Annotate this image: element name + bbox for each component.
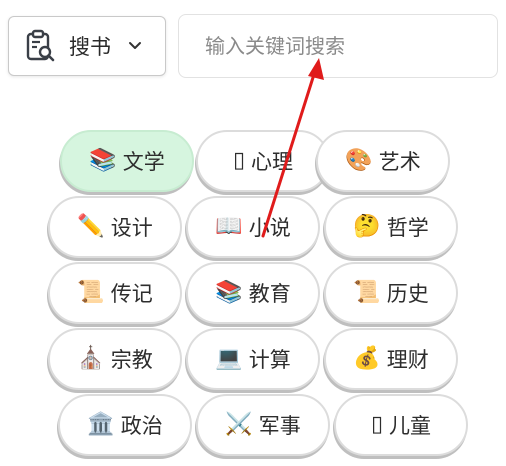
category-pill[interactable]: 📖 小说 [186, 196, 320, 258]
missing-glyph-icon: ▯ [232, 148, 246, 173]
missing-glyph-icon: ▯ [370, 412, 384, 437]
pencil-icon: ✏️ [77, 214, 105, 239]
category-pill[interactable]: 🎨 艺术 [316, 130, 450, 192]
money-bag-icon: 💰 [353, 346, 381, 371]
category-pill[interactable]: ✏️ 设计 [48, 196, 182, 258]
category-pill[interactable]: ⛪ 宗教 [48, 328, 182, 390]
category-pill[interactable]: 💻 计算 [186, 328, 320, 390]
scroll-icon: 📜 [353, 280, 381, 305]
category-label: 小说 [248, 216, 291, 240]
category-pill[interactable]: ⚔️ 军事 [196, 394, 330, 456]
category-label: 历史 [386, 282, 429, 306]
palette-icon: 🎨 [345, 148, 373, 173]
books-icon: 📚 [89, 148, 117, 173]
crossed-swords-icon: ⚔️ [225, 412, 253, 437]
category-label: 计算 [248, 348, 291, 372]
category-label: 军事 [258, 414, 301, 438]
category-pill[interactable]: ▯ 心理 [196, 130, 330, 192]
category-pill[interactable]: 📜 历史 [324, 262, 458, 324]
classical-building-icon: 🏛️ [87, 412, 115, 437]
category-label: 理财 [386, 348, 429, 372]
category-label: 儿童 [389, 414, 432, 438]
category-pill[interactable]: 💰 理财 [324, 328, 458, 390]
category-label: 宗教 [110, 348, 153, 372]
category-label: 哲学 [386, 216, 429, 240]
scroll-icon: 📜 [77, 280, 105, 305]
category-label: 文学 [122, 150, 165, 174]
category-label: 心理 [251, 150, 294, 174]
category-pill[interactable]: 🏛️ 政治 [58, 394, 192, 456]
category-pill[interactable]: 🤔 哲学 [324, 196, 458, 258]
books-icon: 📚 [215, 280, 243, 305]
category-pill[interactable]: 📜 传记 [48, 262, 182, 324]
category-pill[interactable]: ▯ 儿童 [334, 394, 468, 456]
category-label: 传记 [110, 282, 153, 306]
category-label: 设计 [110, 216, 153, 240]
category-label: 教育 [248, 282, 291, 306]
category-grid: 📚 文学 ▯ 心理 🎨 艺术 ✏️ 设计 📖 小说 🤔 哲学 📜 传记 📚 教育… [0, 0, 506, 466]
category-label: 政治 [120, 414, 163, 438]
computer-icon: 💻 [215, 346, 243, 371]
thinking-face-icon: 🤔 [353, 214, 381, 239]
church-icon: ⛪ [77, 346, 105, 371]
category-label: 艺术 [378, 150, 421, 174]
category-pill[interactable]: 📚 教育 [186, 262, 320, 324]
open-book-icon: 📖 [215, 214, 243, 239]
category-pill[interactable]: 📚 文学 [60, 130, 194, 192]
